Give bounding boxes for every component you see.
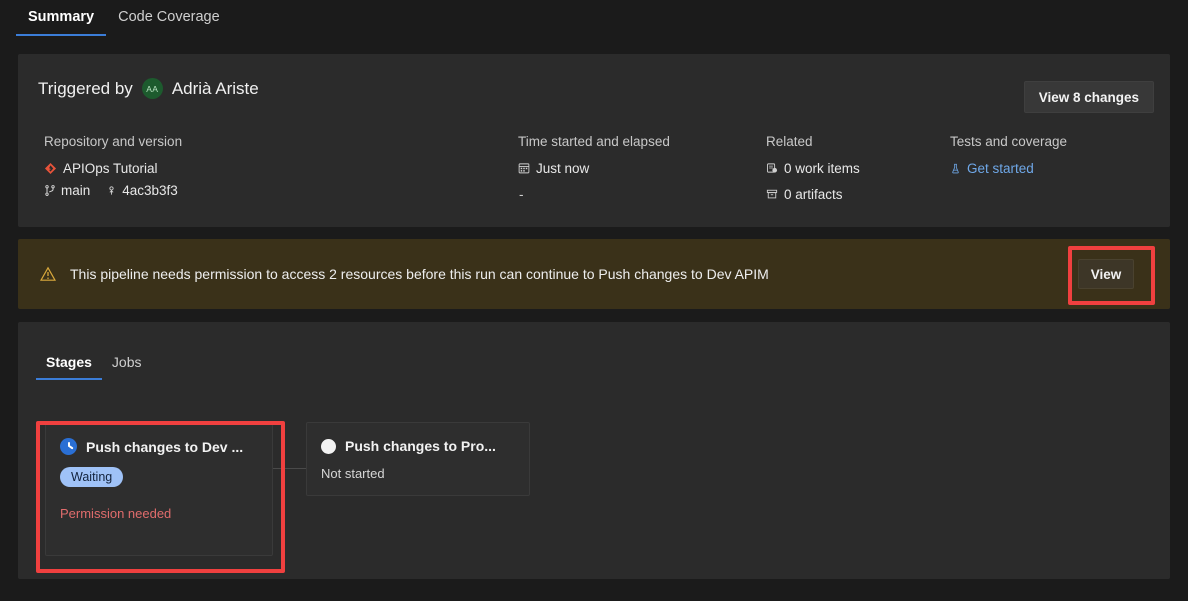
triggered-by-row: Triggered by AA Adrià Ariste — [38, 78, 259, 99]
run-summary-card: Triggered by AA Adrià Ariste View 8 chan… — [18, 54, 1170, 227]
azure-repos-diamond-icon — [44, 162, 57, 175]
stage-card-push-changes-to-prod[interactable]: Push changes to Pro... Not started — [306, 422, 530, 496]
beaker-icon — [950, 162, 961, 175]
tab-code-coverage[interactable]: Code Coverage — [106, 0, 232, 36]
stage-2-name: Push changes to Pro... — [345, 438, 496, 454]
top-tab-bar: Summary Code Coverage — [0, 0, 1188, 46]
commit-icon — [106, 184, 117, 197]
tests-column-title: Tests and coverage — [950, 134, 1160, 149]
triggered-by-label: Triggered by — [38, 79, 133, 99]
meta-column-repository: Repository and version APIOps Tutorial — [44, 134, 344, 198]
stage-1-status-badge: Waiting — [60, 467, 123, 487]
tab-jobs-label: Jobs — [112, 354, 142, 370]
tests-get-started-line[interactable]: Get started — [950, 157, 1160, 179]
view-permission-button[interactable]: View — [1078, 259, 1134, 289]
time-started-line: Just now — [518, 157, 748, 179]
stage-1-name: Push changes to Dev ... — [86, 439, 243, 455]
meta-column-related: Related 0 work items — [766, 134, 956, 205]
triggered-by-user: Adrià Ariste — [172, 79, 259, 99]
stages-graph: Push changes to Dev ... Waiting Permissi… — [18, 402, 1170, 572]
not-started-circle-icon — [321, 439, 336, 454]
stage-2-header: Push changes to Pro... — [307, 423, 529, 454]
repository-name-line[interactable]: APIOps Tutorial — [44, 157, 344, 179]
work-item-icon — [766, 162, 778, 174]
repository-branch-row: main 4ac3b3f3 — [44, 183, 344, 198]
avatar: AA — [142, 78, 163, 99]
artifacts-line[interactable]: 0 artifacts — [766, 183, 956, 205]
time-started-value: Just now — [536, 161, 589, 176]
view-changes-label: View 8 changes — [1039, 90, 1139, 105]
calendar-icon — [518, 162, 530, 174]
tab-summary[interactable]: Summary — [16, 0, 106, 36]
branch-item[interactable]: main — [44, 183, 90, 198]
stage-connector-line — [273, 468, 306, 469]
tab-code-coverage-label: Code Coverage — [118, 9, 220, 25]
time-elapsed-value: - — [518, 187, 524, 202]
branch-icon — [44, 184, 56, 197]
stage-card-push-changes-to-dev[interactable]: Push changes to Dev ... Waiting Permissi… — [45, 422, 273, 556]
view-changes-button[interactable]: View 8 changes — [1024, 81, 1154, 113]
commit-item[interactable]: 4ac3b3f3 — [106, 183, 178, 198]
warning-content: This pipeline needs permission to access… — [40, 239, 769, 309]
stage-1-permission-note: Permission needed — [60, 506, 272, 521]
meta-column-tests: Tests and coverage Get started — [950, 134, 1160, 179]
related-column-title: Related — [766, 134, 956, 149]
warning-message: This pipeline needs permission to access… — [70, 266, 769, 282]
tests-get-started-link[interactable]: Get started — [967, 161, 1034, 176]
meta-column-time: Time started and elapsed Jus — [518, 134, 748, 205]
tab-stages-label: Stages — [46, 354, 92, 370]
tab-jobs[interactable]: Jobs — [102, 350, 152, 380]
stages-tab-bar: Stages Jobs — [36, 350, 152, 380]
time-column-title: Time started and elapsed — [518, 134, 748, 149]
repository-column-title: Repository and version — [44, 134, 344, 149]
work-items-value: 0 work items — [784, 161, 860, 176]
work-items-line[interactable]: 0 work items — [766, 157, 956, 179]
artifact-box-icon — [766, 188, 778, 200]
time-elapsed-line: - — [518, 183, 748, 205]
tab-stages[interactable]: Stages — [36, 350, 102, 380]
pipeline-run-page: Summary Code Coverage Triggered by AA Ad… — [0, 0, 1188, 601]
artifacts-value: 0 artifacts — [784, 187, 843, 202]
permission-warning-banner: This pipeline needs permission to access… — [18, 239, 1170, 309]
stage-2-status-text: Not started — [321, 466, 529, 481]
stages-panel-card: Stages Jobs Push changes to Dev ... Wait… — [18, 322, 1170, 579]
avatar-initials: AA — [146, 84, 158, 94]
clock-waiting-icon — [60, 438, 77, 455]
branch-name: main — [61, 183, 90, 198]
repository-name: APIOps Tutorial — [63, 161, 158, 176]
view-permission-label: View — [1091, 267, 1122, 282]
summary-meta-columns: Repository and version APIOps Tutorial — [44, 134, 1154, 214]
tab-summary-label: Summary — [28, 9, 94, 25]
warning-triangle-icon — [40, 266, 56, 282]
stage-1-header: Push changes to Dev ... — [46, 423, 272, 455]
commit-hash: 4ac3b3f3 — [122, 183, 178, 198]
